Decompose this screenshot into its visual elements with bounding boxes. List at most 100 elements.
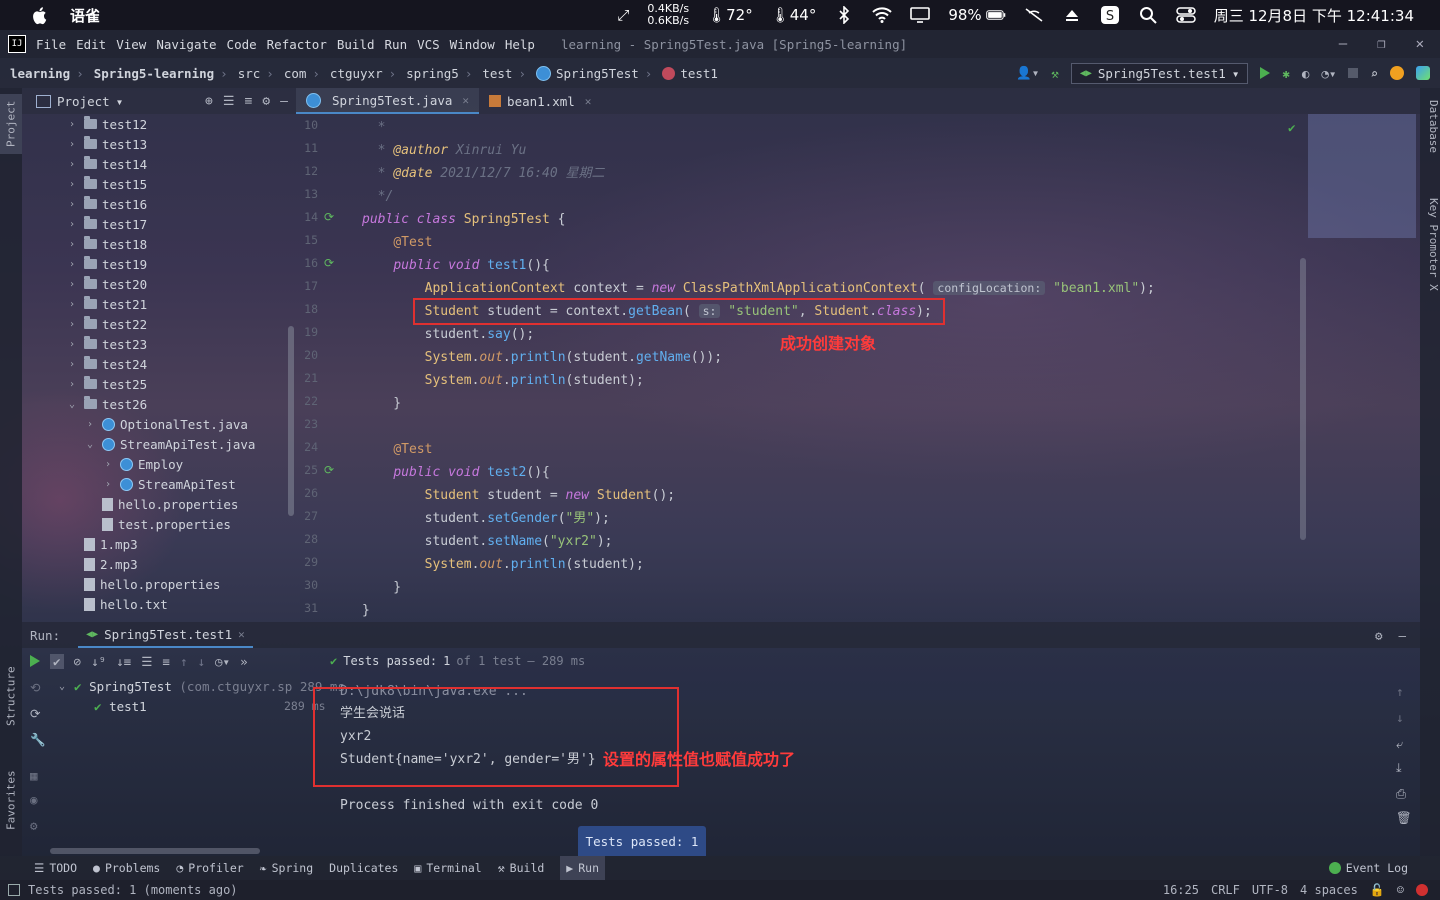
- chevron-right-icon[interactable]: ›: [66, 219, 78, 230]
- gear-icon[interactable]: ⚙: [1375, 628, 1383, 643]
- breadcrumb-test[interactable]: test: [482, 66, 512, 81]
- chevron-right-icon[interactable]: ›: [66, 339, 78, 350]
- test-suite-row[interactable]: ⌄ ✔ Spring5Test (com.ctguyxr.sp 289 ms: [56, 676, 345, 696]
- coverage-icon[interactable]: ◐: [1302, 66, 1310, 81]
- project-view-selector[interactable]: Project ▾: [36, 94, 123, 109]
- tests-passed-popup[interactable]: Tests passed: 1: [578, 826, 706, 856]
- chevron-right-icon[interactable]: ›: [66, 199, 78, 210]
- breadcrumb-com[interactable]: com: [284, 66, 307, 81]
- close-tab-icon[interactable]: ✕: [238, 628, 245, 641]
- sogou-input-icon[interactable]: S: [1100, 5, 1120, 25]
- battery-icon[interactable]: [985, 5, 1006, 25]
- project-tree-item[interactable]: › test15: [66, 174, 147, 194]
- mute-icon[interactable]: [1024, 5, 1044, 25]
- menu-code[interactable]: Code: [227, 37, 257, 52]
- spotlight-search-icon[interactable]: [1138, 5, 1158, 25]
- breadcrumb-learning[interactable]: learning: [10, 66, 70, 81]
- run-gutter-icon[interactable]: ⟳: [324, 463, 334, 477]
- cursor-position[interactable]: 16:25: [1163, 883, 1199, 897]
- rerun-button[interactable]: [30, 655, 40, 667]
- menu-navigate[interactable]: Navigate: [156, 37, 216, 52]
- debug-bug-icon[interactable]: ✱: [1282, 66, 1290, 81]
- chevron-right-icon[interactable]: ›: [66, 359, 78, 370]
- chevron-right-icon[interactable]: ›: [66, 159, 78, 170]
- chevron-right-icon[interactable]: ›: [66, 119, 78, 130]
- gear-icon[interactable]: ⚙: [262, 94, 270, 109]
- indent-setting[interactable]: 4 spaces: [1300, 883, 1358, 897]
- chevron-down-icon[interactable]: ⌄: [66, 399, 78, 410]
- chevron-right-icon[interactable]: ›: [66, 319, 78, 330]
- project-tree-item[interactable]: › Employ: [102, 454, 183, 474]
- sort-duration-icon[interactable]: ↓≡: [116, 654, 131, 669]
- control-center-icon[interactable]: [1175, 5, 1196, 25]
- scroll-down-icon[interactable]: ↓: [1396, 710, 1404, 725]
- display-icon[interactable]: [910, 5, 931, 25]
- trash-icon[interactable]: 🗑: [1396, 810, 1412, 826]
- locate-icon[interactable]: ⊕: [205, 94, 213, 109]
- cpu-temp[interactable]: 🌡 72°: [707, 6, 753, 24]
- prev-failed-icon[interactable]: ↑: [180, 654, 188, 669]
- tool-build[interactable]: ⚒ Build: [498, 861, 545, 875]
- project-tree-item[interactable]: › test23: [66, 334, 147, 354]
- chevron-right-icon[interactable]: ›: [66, 279, 78, 290]
- network-speed[interactable]: 0.4KB/s 0.6KB/s: [647, 3, 689, 27]
- restore-icon[interactable]: ❐: [1377, 36, 1385, 52]
- breadcrumb-method[interactable]: test1: [662, 66, 718, 81]
- show-ignored-icon[interactable]: ⊘: [74, 654, 82, 669]
- bluetooth-icon[interactable]: [834, 5, 854, 25]
- profile-icon[interactable]: ◔▾: [1321, 66, 1336, 81]
- chevron-down-icon[interactable]: ⌄: [84, 439, 96, 450]
- menu-file[interactable]: File: [36, 37, 66, 52]
- gpu-temp[interactable]: 🌡 44°: [771, 6, 817, 24]
- error-indicator-icon[interactable]: [1416, 884, 1428, 896]
- menu-view[interactable]: View: [116, 37, 146, 52]
- project-tree-item[interactable]: › test22: [66, 314, 147, 334]
- chevron-right-icon[interactable]: ›: [84, 419, 96, 430]
- run-button[interactable]: [1260, 67, 1271, 79]
- next-failed-icon[interactable]: ↓: [197, 654, 205, 669]
- toggle-panels-icon[interactable]: [8, 884, 20, 896]
- test-case-row[interactable]: ✔ test1: [94, 696, 147, 716]
- inspection-ok-icon[interactable]: ✔: [1288, 120, 1296, 135]
- menu-help[interactable]: Help: [505, 37, 535, 52]
- project-tree-item[interactable]: › test21: [66, 294, 147, 314]
- lock-icon[interactable]: 🔓: [1370, 883, 1385, 897]
- tab-bean1-xml[interactable]: bean1.xml ✕: [479, 88, 601, 114]
- wifi-icon[interactable]: [872, 5, 893, 25]
- close-icon[interactable]: ✕: [1416, 36, 1424, 52]
- more-icon[interactable]: »: [240, 654, 248, 669]
- collapse-all-icon[interactable]: ≡: [162, 654, 170, 669]
- run-configuration-select[interactable]: ◀▶ Spring5Test.test1 ▾: [1070, 62, 1249, 84]
- menu-build[interactable]: Build: [337, 37, 375, 52]
- close-tab-icon[interactable]: ✕: [462, 94, 469, 107]
- battery-percent[interactable]: 98%: [948, 6, 981, 24]
- inspector-icon[interactable]: ☺: [1397, 883, 1404, 897]
- code-editor[interactable]: * * @author Xinrui Yu * @date 2021/12/7 …: [362, 114, 1302, 620]
- project-tree-item[interactable]: hello.properties: [66, 574, 220, 594]
- tool-profiler[interactable]: ◔ Profiler: [176, 861, 243, 875]
- project-tree-item[interactable]: › test16: [66, 194, 147, 214]
- run-tab-spring5test-test1[interactable]: ◀▶ Spring5Test.test1 ✕: [78, 622, 253, 648]
- scroll-up-icon[interactable]: ↑: [1396, 684, 1404, 699]
- breadcrumb-class[interactable]: Spring5Test: [536, 65, 639, 81]
- tool-run[interactable]: ▶ Run: [560, 856, 606, 880]
- tool-terminal[interactable]: ▣ Terminal: [414, 861, 481, 875]
- project-tree-item[interactable]: hello.txt: [66, 594, 168, 614]
- chevron-right-icon[interactable]: ›: [66, 379, 78, 390]
- hide-panel-icon[interactable]: —: [1398, 628, 1406, 643]
- project-tree-item[interactable]: 2.mp3: [66, 554, 138, 574]
- tool-spring[interactable]: ❧ Spring: [260, 861, 313, 875]
- project-tree-item[interactable]: 1.mp3: [66, 534, 138, 554]
- project-tree-item[interactable]: › StreamApiTest: [102, 474, 236, 494]
- project-tree-item[interactable]: ⌄ test26: [66, 394, 147, 414]
- tab-spring5test-java[interactable]: Spring5Test.java ✕: [296, 88, 480, 114]
- hammer-build-icon[interactable]: ⚒: [1051, 66, 1059, 81]
- menu-edit[interactable]: Edit: [76, 37, 106, 52]
- tool-event-log[interactable]: Event Log: [1328, 861, 1440, 875]
- project-tool-tab[interactable]: Project: [0, 94, 22, 154]
- minimize-icon[interactable]: —: [1339, 36, 1347, 52]
- file-encoding[interactable]: UTF-8: [1252, 883, 1288, 897]
- wrench-icon[interactable]: 🔧: [30, 732, 46, 748]
- project-tree-item[interactable]: › test17: [66, 214, 147, 234]
- stop-icon[interactable]: [1348, 68, 1359, 78]
